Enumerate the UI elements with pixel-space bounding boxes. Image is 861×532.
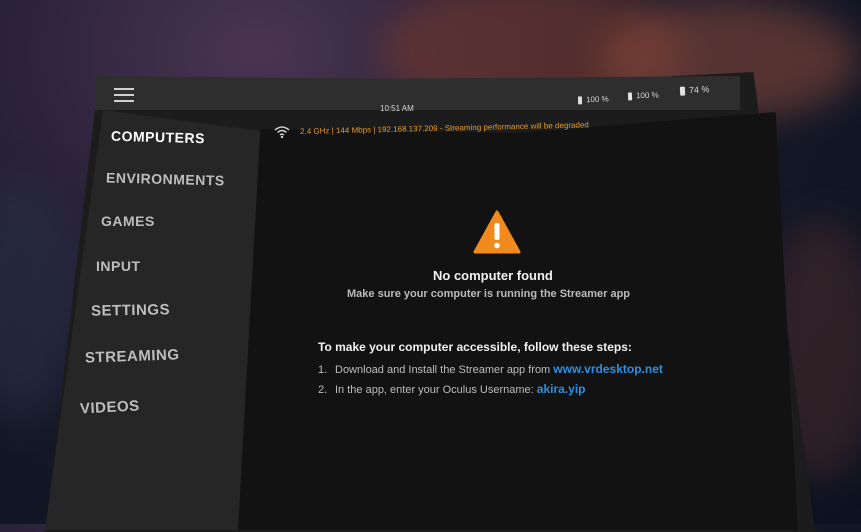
clock: 10:51 AM bbox=[380, 104, 414, 113]
battery-headset: 74 % bbox=[679, 84, 710, 96]
sidebar-item-input[interactable]: INPUT bbox=[96, 258, 141, 274]
sidebar-item-computers[interactable]: COMPUTERS bbox=[111, 128, 205, 146]
vrdesktop-link[interactable]: www.vrdesktop.net bbox=[553, 362, 663, 376]
step-2: 2. In the app, enter your Oculus Username… bbox=[318, 382, 586, 396]
step-1: 1. Download and Install the Streamer app … bbox=[318, 362, 663, 376]
oculus-username: akira.yip bbox=[536, 382, 586, 396]
no-computer-title: No computer found bbox=[433, 268, 553, 283]
wifi-icon bbox=[274, 126, 290, 138]
battery-left-controller: 100 % bbox=[577, 95, 609, 105]
sidebar-item-streaming[interactable]: STREAMING bbox=[85, 346, 180, 366]
controller-battery-icon bbox=[577, 95, 583, 104]
hamburger-menu-icon[interactable] bbox=[114, 88, 134, 102]
headset-battery-icon bbox=[679, 86, 686, 96]
sidebar-item-environments[interactable]: ENVIRONMENTS bbox=[106, 169, 225, 188]
no-computer-subtitle: Make sure your computer is running the S… bbox=[347, 288, 631, 300]
sidebar-item-videos[interactable]: VIDEOS bbox=[80, 397, 140, 417]
warning-icon bbox=[473, 210, 521, 254]
main-content bbox=[238, 112, 798, 530]
controller-battery-icon bbox=[627, 91, 633, 101]
sidebar-item-settings[interactable]: SETTINGS bbox=[91, 301, 170, 319]
steps-heading: To make your computer accessible, follow… bbox=[318, 340, 632, 354]
battery-right-controller: 100 % bbox=[627, 90, 659, 101]
sidebar-item-games[interactable]: GAMES bbox=[101, 213, 155, 229]
